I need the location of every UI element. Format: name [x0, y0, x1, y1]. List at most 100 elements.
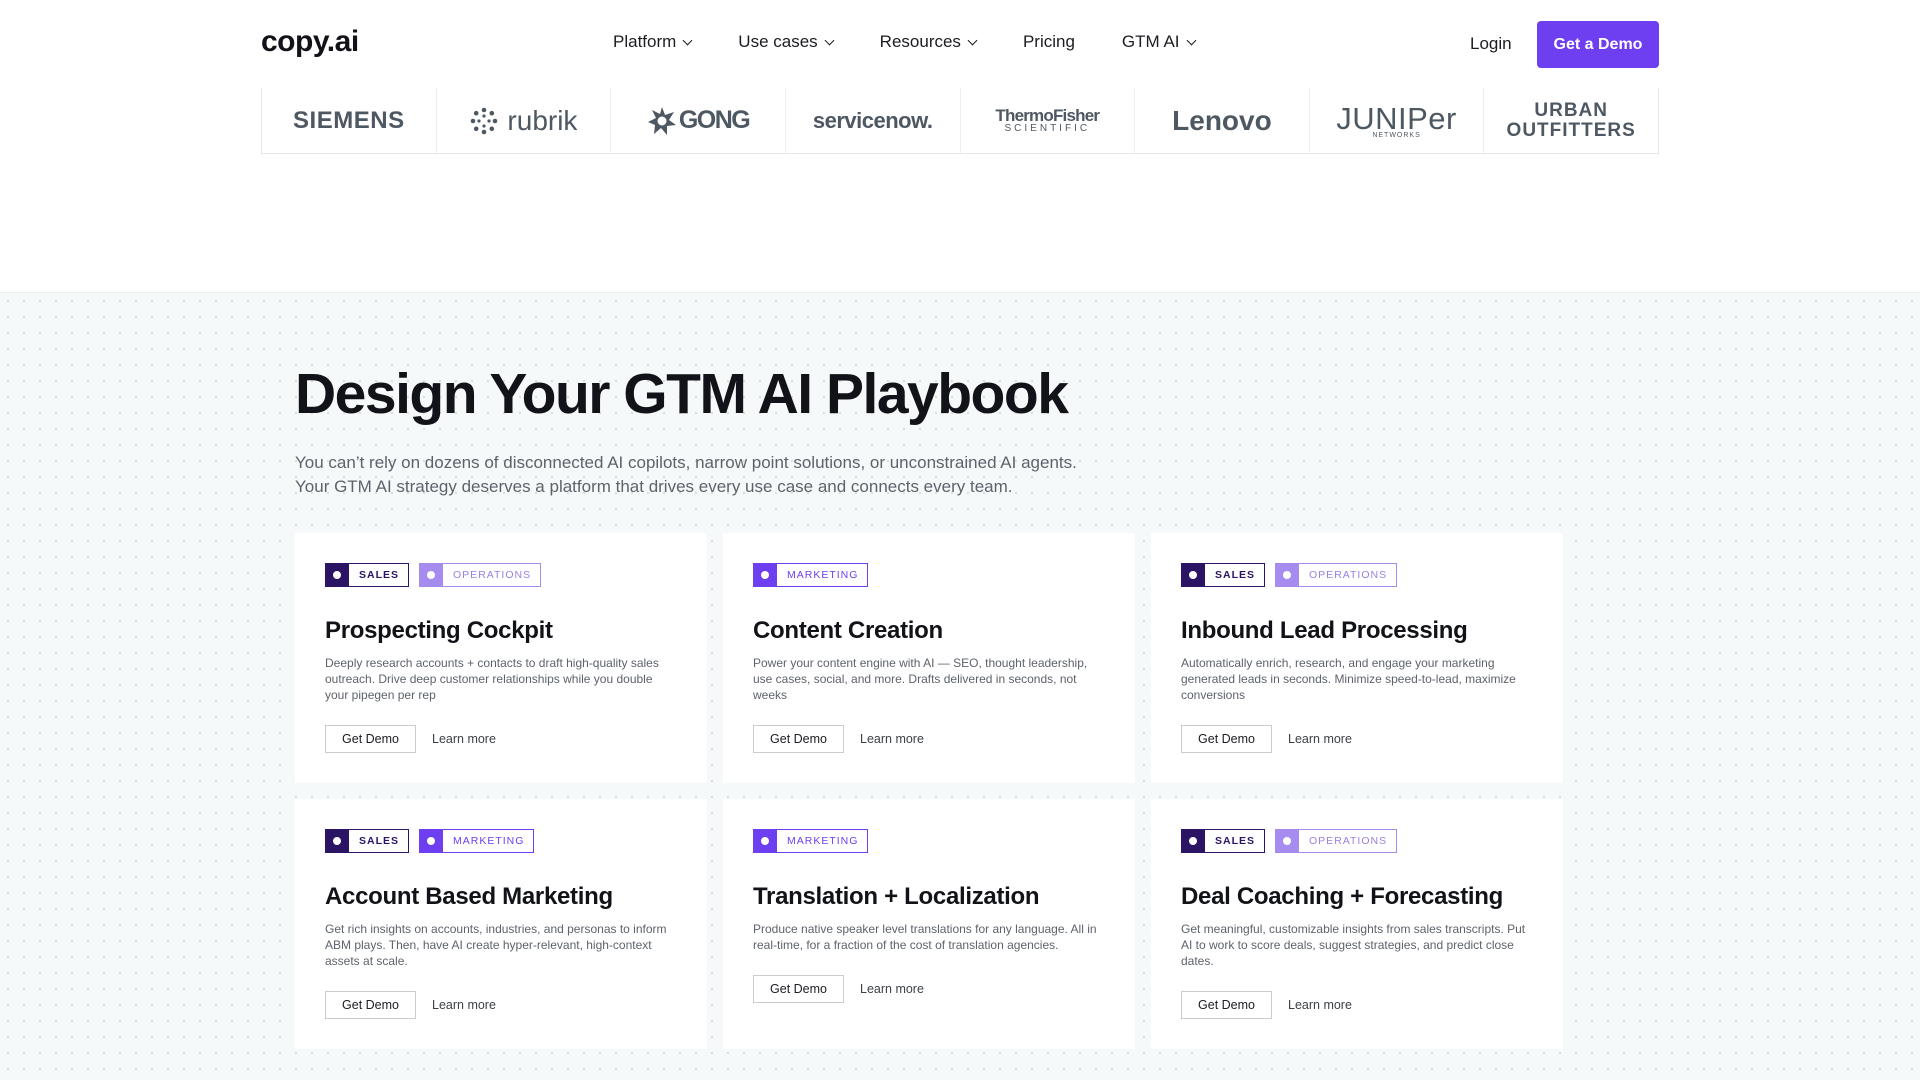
brand-name: ThermoFisher: [995, 106, 1100, 125]
use-case-card-inbound-lead-processing[interactable]: SALES OPERATIONS Inbound Lead Processing…: [1151, 533, 1563, 783]
chevron-down-icon: [824, 35, 835, 45]
tag-label: SALES: [359, 569, 400, 581]
brand-name: Lenovo: [1172, 104, 1272, 136]
use-case-card-deal-coaching-forecasting[interactable]: SALES OPERATIONS Deal Coaching + Forecas…: [1151, 799, 1563, 1049]
gong-burst-icon: [647, 106, 676, 135]
learn-more-link[interactable]: Learn more: [1288, 998, 1352, 1012]
get-demo-button[interactable]: Get Demo: [753, 975, 844, 1003]
get-a-demo-button[interactable]: Get a Demo: [1537, 21, 1659, 68]
servicenow-logo: servicenow.: [786, 88, 961, 153]
siemens-logo: SIEMENS: [262, 88, 437, 153]
nav-item-pricing[interactable]: Pricing: [1023, 32, 1075, 52]
tag-label: SALES: [359, 835, 400, 847]
copyai-logo[interactable]: copy.ai: [261, 25, 359, 59]
use-case-card-content-creation[interactable]: MARKETING Content Creation Power your co…: [723, 533, 1135, 783]
tag-operations: OPERATIONS: [1275, 829, 1398, 853]
section-title: Design Your GTM AI Playbook: [295, 362, 1069, 426]
learn-more-link[interactable]: Learn more: [1288, 732, 1352, 746]
section-subtitle: You can’t rely on dozens of disconnected…: [295, 451, 1155, 499]
tag-sales: SALES: [325, 829, 410, 853]
tag-label: SALES: [1215, 569, 1256, 581]
tag-label: MARKETING: [453, 835, 525, 847]
chevron-down-icon: [967, 35, 978, 45]
nav-label: Platform: [613, 32, 677, 51]
learn-more-link[interactable]: Learn more: [432, 732, 496, 746]
card-actions: Get Demo Learn more: [325, 991, 496, 1019]
card-tags: MARKETING: [753, 563, 1105, 587]
get-demo-button[interactable]: Get Demo: [1181, 725, 1272, 753]
tag-dot-icon: [325, 829, 349, 853]
get-demo-button[interactable]: Get Demo: [325, 725, 416, 753]
get-demo-button[interactable]: Get Demo: [753, 725, 844, 753]
subtitle-line: Your GTM AI strategy deserves a platform…: [295, 477, 1013, 496]
tag-dot-icon: [1181, 563, 1205, 587]
playbook-section: Design Your GTM AI Playbook You can’t re…: [0, 292, 1920, 1080]
card-actions: Get Demo Learn more: [1181, 991, 1352, 1019]
card-tags: SALES OPERATIONS: [325, 563, 677, 587]
learn-more-link[interactable]: Learn more: [432, 998, 496, 1012]
use-case-card-translation-localization[interactable]: MARKETING Translation + Localization Pro…: [723, 799, 1135, 1049]
get-demo-button[interactable]: Get Demo: [325, 991, 416, 1019]
use-case-card-account-based-marketing[interactable]: SALES MARKETING Account Based Marketing …: [295, 799, 707, 1049]
nav-item-platform[interactable]: Platform: [613, 32, 693, 52]
learn-more-link[interactable]: Learn more: [860, 732, 924, 746]
nav-label: Resources: [879, 32, 961, 51]
tag-dot-icon: [1275, 829, 1300, 853]
brand-name: rubrik: [507, 104, 578, 136]
brand-name: JUNIPer: [1336, 100, 1457, 136]
juniper-logo: JUNIPer NETWORKS: [1310, 88, 1485, 153]
card-tags: SALES MARKETING: [325, 829, 677, 853]
rubrik-logo: rubrik: [437, 88, 612, 153]
rubrik-flower-icon: [471, 107, 498, 134]
card-title: Deal Coaching + Forecasting: [1181, 883, 1503, 910]
chevron-down-icon: [682, 35, 693, 45]
tag-label: OPERATIONS: [1309, 835, 1388, 847]
tag-marketing: MARKETING: [753, 563, 869, 587]
tag-dot-icon: [419, 563, 444, 587]
brand-name: servicenow.: [812, 107, 933, 133]
card-tags: MARKETING: [753, 829, 1105, 853]
tag-dot-icon: [1181, 829, 1205, 853]
customer-logo-strip: SIEMENS rubrik GONG servicenow. ThermoFi…: [261, 88, 1659, 154]
brand-name: GONG: [678, 106, 751, 134]
urban-outfitters-logo: URBAN OUTFITTERS: [1484, 88, 1658, 153]
tag-label: OPERATIONS: [1309, 569, 1388, 581]
nav-item-resources[interactable]: Resources: [879, 32, 978, 52]
site-header: copy.ai Platform Use cases Resources Pri…: [0, 0, 1920, 88]
tag-label: MARKETING: [787, 835, 859, 847]
tag-marketing: MARKETING: [753, 829, 869, 853]
card-description: Deeply research accounts + contacts to d…: [325, 656, 659, 702]
tag-dot-icon: [753, 829, 777, 853]
nav-item-gtm-ai[interactable]: GTM AI: [1122, 32, 1196, 52]
tag-dot-icon: [419, 829, 444, 853]
card-tags: SALES OPERATIONS: [1181, 563, 1533, 587]
login-link[interactable]: Login: [1470, 34, 1512, 54]
tag-label: MARKETING: [787, 569, 859, 581]
tag-dot-icon: [753, 563, 777, 587]
card-description: Produce native speaker level translation…: [753, 922, 1097, 952]
card-title: Inbound Lead Processing: [1181, 617, 1468, 644]
card-actions: Get Demo Learn more: [325, 725, 496, 753]
tag-marketing: MARKETING: [419, 829, 535, 853]
brand-name: URBAN: [1534, 99, 1608, 121]
tag-label: SALES: [1215, 835, 1256, 847]
card-title: Content Creation: [753, 617, 943, 644]
use-case-grid: SALES OPERATIONS Prospecting Cockpit Dee…: [295, 533, 1563, 1049]
gong-logo: GONG: [611, 88, 786, 153]
subtitle-line: You can’t rely on dozens of disconnected…: [295, 453, 1077, 472]
nav-label: Use cases: [738, 32, 818, 51]
nav-item-use-cases[interactable]: Use cases: [738, 32, 835, 52]
brand-name: SIEMENS: [293, 106, 405, 134]
tag-dot-icon: [325, 563, 349, 587]
brand-subname: SCIENTIFIC: [1004, 123, 1091, 134]
card-description: Get rich insights on accounts, industrie…: [325, 922, 667, 968]
card-description: Get meaningful, customizable insights fr…: [1181, 922, 1526, 968]
chevron-down-icon: [1186, 35, 1196, 45]
get-demo-button[interactable]: Get Demo: [1181, 991, 1272, 1019]
card-tags: SALES OPERATIONS: [1181, 829, 1533, 853]
tag-sales: SALES: [1181, 829, 1266, 853]
learn-more-link[interactable]: Learn more: [860, 982, 924, 996]
use-case-card-prospecting-cockpit[interactable]: SALES OPERATIONS Prospecting Cockpit Dee…: [295, 533, 707, 783]
thermo-fisher-logo: ThermoFisher SCIENTIFIC: [961, 88, 1136, 153]
tag-label: OPERATIONS: [453, 569, 532, 581]
